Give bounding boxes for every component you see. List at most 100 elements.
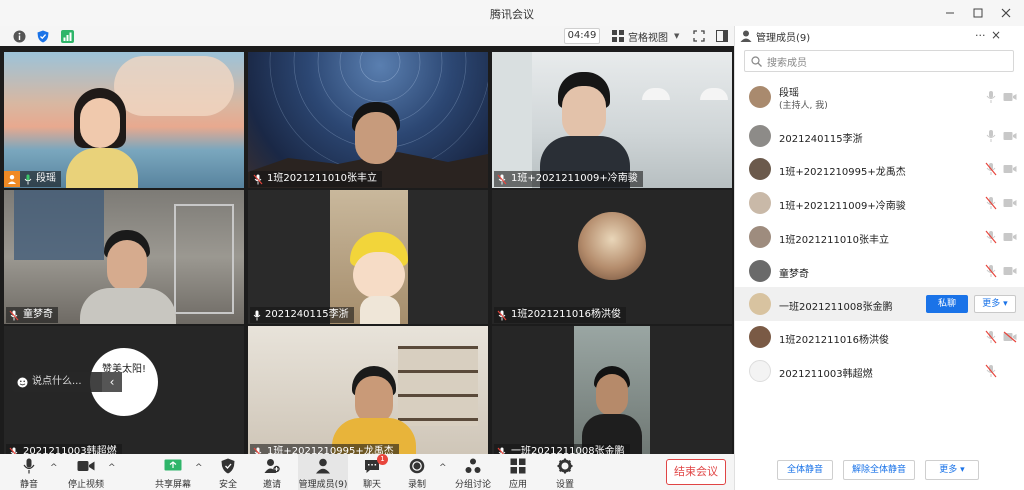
microphone-icon[interactable] [985, 129, 997, 143]
video-tile[interactable]: 1班+2021211009+冷南骏 [492, 52, 732, 188]
close-panel-button[interactable]: × [991, 28, 1001, 42]
control-bar: 静音 ^ 停止视频 ^ 共享屏幕 ^ 安全 邀请 管理成员(9) 1 聊天 ^ … [0, 454, 734, 490]
member-row[interactable]: 2021240115李浙 [735, 119, 1024, 153]
sidebar-toggle-button[interactable] [715, 29, 729, 43]
more-options-icon[interactable]: ··· [975, 29, 986, 42]
video-tile[interactable]: 1班+2021210995+龙禹杰 [248, 326, 488, 454]
manage-members-label: 管理成员(9) [298, 480, 348, 490]
fullscreen-button[interactable] [692, 29, 706, 43]
video-camera-icon[interactable] [1003, 91, 1017, 103]
mute-button[interactable]: 静音 [14, 456, 44, 490]
view-switcher[interactable]: 宫格视图 ▼ [612, 29, 679, 44]
fullscreen-icon [693, 30, 705, 42]
video-tile[interactable]: 1班2021211016杨洪俊 [492, 190, 732, 324]
host-icon [4, 171, 20, 187]
tile-name: 2021211003韩超燃 [23, 446, 117, 454]
panel-more-button[interactable]: 更多 ▾ [925, 460, 979, 480]
chat-button[interactable]: 1 聊天 [359, 454, 388, 490]
microphone-muted-icon[interactable] [985, 162, 997, 176]
member-row[interactable]: 一班2021211008张金鹏 私聊 更多 ▾ [735, 287, 1024, 321]
member-more-button[interactable]: 更多 ▾ [974, 295, 1016, 313]
apps-label: 应用 [508, 480, 527, 490]
video-tile[interactable]: 童梦奇 [4, 190, 244, 324]
member-row[interactable]: 1班2021211010张丰立 [735, 220, 1024, 254]
share-screen-button[interactable]: 共享屏幕 [154, 456, 192, 490]
member-search-input[interactable]: 搜索成员 [744, 50, 1014, 72]
member-row[interactable]: 段瑶 (主持人, 我) [735, 80, 1024, 114]
share-screen-icon [164, 459, 182, 471]
member-row[interactable]: 1班+2021211009+冷南骏 [735, 186, 1024, 220]
microphone-muted-icon[interactable] [985, 230, 997, 244]
chat-quick-input[interactable]: 说点什么... ‹ [12, 372, 122, 392]
members-icon [316, 458, 330, 474]
video-camera-icon[interactable] [1003, 265, 1017, 277]
video-camera-off-icon[interactable] [1003, 331, 1017, 343]
member-name: 童梦奇 [779, 269, 809, 280]
video-tile[interactable]: 段瑶 [4, 52, 244, 188]
person-face [596, 374, 628, 416]
mute-all-button[interactable]: 全体静音 [777, 460, 833, 480]
video-camera-icon [77, 461, 95, 471]
bookshelf [398, 346, 478, 426]
minimize-button[interactable] [936, 0, 964, 26]
breakout-rooms-button[interactable]: 分组讨论 [455, 456, 491, 490]
member-row[interactable]: 1班2021211016杨洪俊 [735, 320, 1024, 354]
manage-members-button[interactable]: 管理成员(9) [298, 456, 348, 490]
caret-up-icon[interactable]: ^ [108, 463, 116, 473]
security-button[interactable]: 安全 [215, 456, 241, 490]
info-button[interactable] [12, 29, 26, 43]
microphone-muted-icon[interactable] [985, 196, 997, 210]
grid-icon [612, 30, 624, 42]
window-controls [936, 0, 1020, 26]
tile-name: 1班2021211016杨洪俊 [511, 309, 621, 320]
member-row[interactable]: 2021211003韩超燃 [735, 354, 1024, 388]
gear-icon [557, 458, 573, 474]
member-row[interactable]: 1班+2021210995+龙禹杰 [735, 152, 1024, 186]
microphone-muted-icon[interactable] [985, 264, 997, 278]
caret-up-icon[interactable]: ^ [195, 463, 203, 473]
apps-button[interactable]: 应用 [505, 456, 531, 490]
microphone-muted-icon [497, 447, 506, 454]
meeting-window: 腾讯会议 04:49 宫格视图 ▼ 段瑶 1班2021211010张丰立 1班+… [0, 0, 1024, 490]
private-message-button[interactable]: 私聊 [926, 295, 968, 313]
unmute-all-button[interactable]: 解除全体静音 [843, 460, 915, 480]
invite-button[interactable]: 邀请 [259, 456, 285, 490]
search-placeholder: 搜索成员 [767, 57, 807, 69]
video-camera-icon[interactable] [1003, 163, 1017, 175]
maximize-icon [973, 8, 983, 18]
record-button[interactable]: 录制 [404, 456, 430, 490]
video-camera-icon[interactable] [1003, 130, 1017, 142]
settings-button[interactable]: 设置 [552, 456, 578, 490]
avatar [749, 158, 771, 180]
avatar [749, 293, 771, 315]
hanging-clothes [14, 190, 104, 260]
end-meeting-button[interactable]: 结束会议 [666, 459, 726, 485]
video-camera-icon[interactable] [1003, 231, 1017, 243]
caret-up-icon[interactable]: ^ [50, 463, 58, 473]
person-face [107, 240, 147, 292]
chevron-left-icon[interactable]: ‹ [102, 372, 122, 392]
meeting-toolbar: 04:49 宫格视图 ▼ [0, 26, 734, 46]
video-tile[interactable]: 2021240115李浙 [248, 190, 488, 324]
caret-up-icon[interactable]: ^ [439, 463, 447, 473]
video-camera-icon[interactable] [1003, 197, 1017, 209]
tile-name: 童梦奇 [23, 309, 53, 320]
member-name: 1班2021211016杨洪俊 [779, 335, 889, 346]
person-face [355, 376, 393, 424]
encryption-button[interactable] [36, 29, 50, 43]
stop-video-button[interactable]: 停止视频 [66, 456, 106, 490]
member-row[interactable]: 童梦奇 [735, 254, 1024, 288]
breakout-icon [465, 458, 481, 473]
maximize-button[interactable] [964, 0, 992, 26]
video-tile[interactable]: 1班2021211010张丰立 [248, 52, 488, 188]
video-tile[interactable]: 一班2021211008张金鹏 [492, 326, 732, 454]
close-icon [1001, 8, 1011, 18]
microphone-icon [253, 310, 261, 320]
record-label: 录制 [407, 480, 426, 490]
close-button[interactable] [992, 0, 1020, 26]
microphone-muted-icon[interactable] [985, 330, 997, 344]
microphone-icon[interactable] [985, 90, 997, 104]
avatar-face [353, 252, 405, 298]
network-status[interactable] [60, 29, 74, 43]
microphone-muted-icon[interactable] [985, 364, 997, 378]
